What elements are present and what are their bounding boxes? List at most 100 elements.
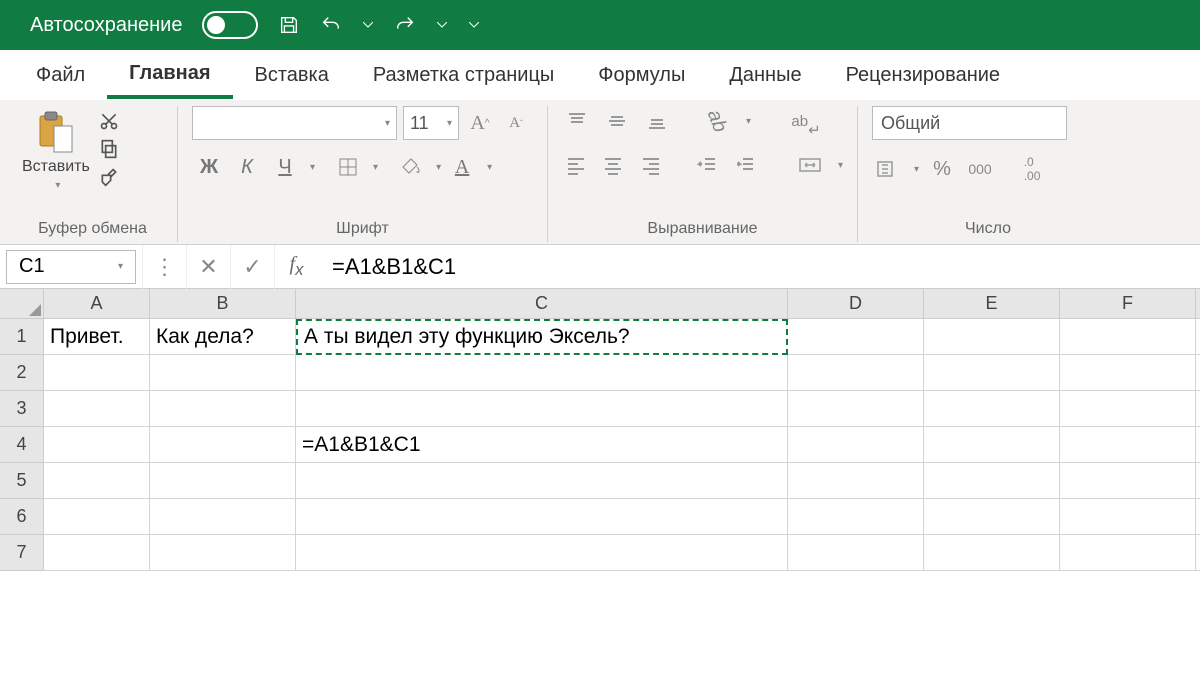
cell-B2[interactable] <box>150 355 296 391</box>
col-header-D[interactable]: D <box>788 289 924 319</box>
cell-E7[interactable] <box>924 535 1060 571</box>
col-header-B[interactable]: B <box>150 289 296 319</box>
tab-insert[interactable]: Вставка <box>233 54 351 97</box>
qat-more-dropdown[interactable] <box>468 22 480 28</box>
cell-F5[interactable] <box>1060 463 1196 499</box>
col-header-E[interactable]: E <box>924 289 1060 319</box>
redo-dropdown[interactable] <box>436 22 448 28</box>
cancel-formula-button[interactable]: ✕ <box>186 245 230 289</box>
col-header-A[interactable]: A <box>44 289 150 319</box>
cell-F6[interactable] <box>1060 499 1196 535</box>
fill-color-button[interactable] <box>394 152 428 182</box>
cell-F7[interactable] <box>1060 535 1196 571</box>
chevron-down-icon[interactable]: ▾ <box>838 160 843 171</box>
row-header-5[interactable]: 5 <box>0 463 44 499</box>
row-header-7[interactable]: 7 <box>0 535 44 571</box>
comma-style-icon[interactable]: 000 <box>965 154 995 184</box>
cell-E2[interactable] <box>924 355 1060 391</box>
increase-font-icon[interactable]: A^ <box>465 108 495 138</box>
fx-button[interactable]: fx <box>274 245 318 289</box>
col-header-G[interactable]: G <box>1196 289 1200 319</box>
align-right-icon[interactable] <box>637 150 664 180</box>
cell-D4[interactable] <box>788 427 924 463</box>
cell-C1[interactable]: А ты видел эту функцию Эксель? <box>296 319 788 355</box>
cell-A5[interactable] <box>44 463 150 499</box>
tab-review[interactable]: Рецензирование <box>824 54 1022 97</box>
align-top-icon[interactable] <box>562 106 592 136</box>
accounting-format-icon[interactable] <box>872 154 902 184</box>
row-header-6[interactable]: 6 <box>0 499 44 535</box>
cell-D6[interactable] <box>788 499 924 535</box>
cell-B4[interactable] <box>150 427 296 463</box>
copy-icon[interactable] <box>98 138 120 160</box>
cell-A6[interactable] <box>44 499 150 535</box>
cell-C7[interactable] <box>296 535 788 571</box>
cell-C6[interactable] <box>296 499 788 535</box>
cell-F3[interactable] <box>1060 391 1196 427</box>
save-icon[interactable] <box>278 14 300 36</box>
cell-C2[interactable] <box>296 355 788 391</box>
cell-F1[interactable] <box>1060 319 1196 355</box>
merge-button[interactable] <box>797 150 824 180</box>
cell-F4[interactable] <box>1060 427 1196 463</box>
font-size-select[interactable]: 11▾ <box>403 106 459 140</box>
align-left-icon[interactable] <box>562 150 589 180</box>
confirm-formula-button[interactable]: ✓ <box>230 245 274 289</box>
formula-input[interactable]: =A1&B1&C1 <box>318 245 1200 288</box>
cut-icon[interactable] <box>98 110 120 132</box>
autosave-toggle[interactable] <box>202 11 258 39</box>
tab-page-layout[interactable]: Разметка страницы <box>351 54 576 97</box>
decrease-indent-icon[interactable] <box>693 150 720 180</box>
cell-D7[interactable] <box>788 535 924 571</box>
row-header-3[interactable]: 3 <box>0 391 44 427</box>
cell-E4[interactable] <box>924 427 1060 463</box>
cell-C3[interactable] <box>296 391 788 427</box>
redo-icon[interactable] <box>394 14 416 36</box>
cell-A7[interactable] <box>44 535 150 571</box>
cell-G6[interactable] <box>1196 499 1200 535</box>
cell-A1[interactable]: Привет. <box>44 319 150 355</box>
chevron-down-icon[interactable]: ▾ <box>487 162 492 173</box>
border-button[interactable] <box>331 152 365 182</box>
cell-F2[interactable] <box>1060 355 1196 391</box>
tab-home[interactable]: Главная <box>107 52 232 99</box>
underline-button[interactable]: Ч <box>268 152 302 182</box>
format-painter-icon[interactable] <box>98 166 120 188</box>
cell-C5[interactable] <box>296 463 788 499</box>
cell-B1[interactable]: Как дела? <box>150 319 296 355</box>
cell-G2[interactable] <box>1196 355 1200 391</box>
col-header-F[interactable]: F <box>1060 289 1196 319</box>
font-color-button[interactable]: A <box>445 152 479 182</box>
cell-G7[interactable] <box>1196 535 1200 571</box>
cell-G3[interactable] <box>1196 391 1200 427</box>
col-header-C[interactable]: C <box>296 289 788 319</box>
bold-button[interactable]: Ж <box>192 152 226 182</box>
align-middle-icon[interactable] <box>602 106 632 136</box>
cell-A4[interactable] <box>44 427 150 463</box>
row-header-1[interactable]: 1 <box>0 319 44 355</box>
decrease-font-icon[interactable]: Aˇ <box>501 108 531 138</box>
undo-icon[interactable] <box>320 14 342 36</box>
tab-data[interactable]: Данные <box>707 54 823 97</box>
cell-D1[interactable] <box>788 319 924 355</box>
align-bottom-icon[interactable] <box>642 106 672 136</box>
select-all-corner[interactable] <box>0 289 44 319</box>
paste-button[interactable]: Вставить ▾ <box>22 110 90 191</box>
cell-A3[interactable] <box>44 391 150 427</box>
align-center-icon[interactable] <box>599 150 626 180</box>
number-format-select[interactable]: Общий <box>872 106 1067 140</box>
cell-B5[interactable] <box>150 463 296 499</box>
row-header-4[interactable]: 4 <box>0 427 44 463</box>
cell-G4[interactable] <box>1196 427 1200 463</box>
cell-E1[interactable] <box>924 319 1060 355</box>
cell-E6[interactable] <box>924 499 1060 535</box>
cell-E5[interactable] <box>924 463 1060 499</box>
chevron-down-icon[interactable]: ▾ <box>746 116 751 127</box>
increase-indent-icon[interactable] <box>731 150 758 180</box>
chevron-down-icon[interactable]: ▾ <box>310 162 315 173</box>
cell-B6[interactable] <box>150 499 296 535</box>
cell-C4[interactable]: =A1&B1&C1 <box>296 427 788 463</box>
chevron-down-icon[interactable]: ▾ <box>914 164 919 175</box>
cell-D2[interactable] <box>788 355 924 391</box>
chevron-down-icon[interactable]: ▾ <box>436 162 441 173</box>
